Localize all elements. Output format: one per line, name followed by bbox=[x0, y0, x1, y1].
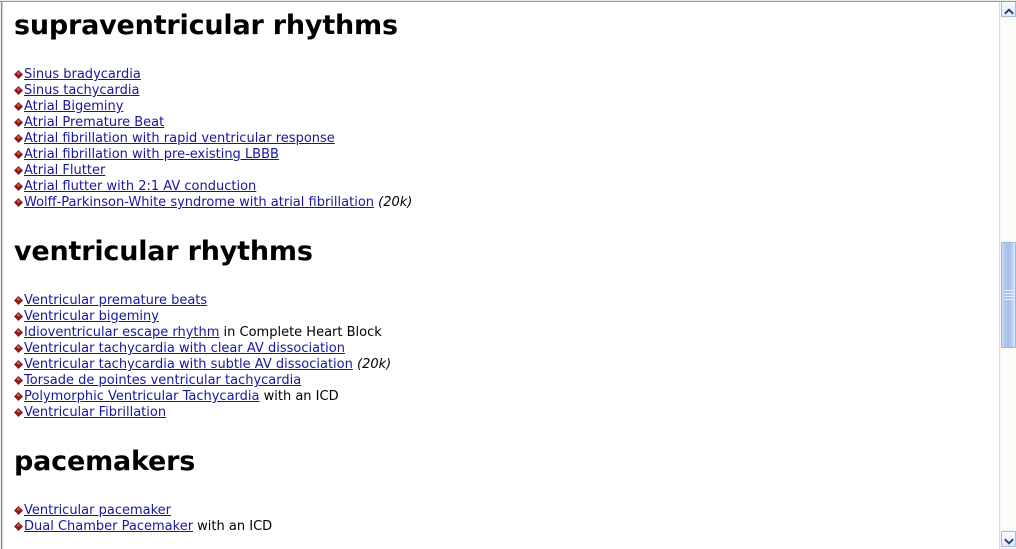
section-heading: ventricular rhythms bbox=[14, 236, 313, 267]
item-suffix: with an ICD bbox=[193, 519, 273, 534]
diamond-bullet-icon bbox=[14, 296, 23, 305]
link-list-supraventricular: Sinus bradycardia Sinus tachycardia Atri… bbox=[14, 67, 989, 211]
section-ventricular: ventricular rhythms Ventricular prematur… bbox=[14, 237, 989, 421]
scrollbar-grip-icon bbox=[1004, 290, 1013, 300]
file-size-note: (20k) bbox=[357, 357, 392, 372]
rhythm-link[interactable]: Atrial fibrillation with rapid ventricul… bbox=[24, 131, 335, 146]
rhythm-link[interactable]: Atrial Premature Beat bbox=[24, 115, 164, 130]
diamond-bullet-icon bbox=[14, 328, 23, 337]
item-suffix: in Complete Heart Block bbox=[219, 325, 382, 340]
rhythm-index-document: supraventricular rhythms Sinus bradycard… bbox=[3, 2, 989, 549]
list-item[interactable]: Atrial flutter with 2:1 AV conduction bbox=[14, 179, 989, 195]
diamond-bullet-icon bbox=[14, 166, 23, 175]
rhythm-link[interactable]: Atrial fibrillation with pre-existing LB… bbox=[24, 147, 279, 162]
list-item[interactable]: Polymorphic Ventricular Tachycardia with… bbox=[14, 389, 989, 405]
list-item[interactable]: Ventricular bigeminy bbox=[14, 309, 989, 325]
section-supraventricular: supraventricular rhythms Sinus bradycard… bbox=[14, 2, 989, 211]
diamond-bullet-icon bbox=[14, 522, 23, 531]
link-list-ventricular: Ventricular premature beats Ventricular … bbox=[14, 293, 989, 421]
page-title: supraventricular rhythms bbox=[14, 10, 398, 41]
list-item[interactable]: Dual Chamber Pacemaker with an ICD bbox=[14, 519, 989, 535]
chevron-up-icon bbox=[1003, 0, 1014, 19]
rhythm-link[interactable]: Atrial Flutter bbox=[24, 163, 105, 178]
rhythm-link[interactable]: Idioventricular escape rhythm bbox=[24, 325, 219, 340]
list-item[interactable]: Idioventricular escape rhythm in Complet… bbox=[14, 325, 989, 341]
list-item[interactable]: Ventricular tachycardia with subtle AV d… bbox=[14, 357, 989, 373]
rhythm-link[interactable]: Ventricular premature beats bbox=[24, 293, 207, 308]
list-item[interactable]: Atrial Bigeminy bbox=[14, 99, 989, 115]
list-item[interactable]: Atrial fibrillation with pre-existing LB… bbox=[14, 147, 989, 163]
file-size-note: (20k) bbox=[378, 195, 413, 210]
document-content-pane: supraventricular rhythms Sinus bradycard… bbox=[3, 2, 989, 549]
rhythm-link[interactable]: Wolff-Parkinson-White syndrome with atri… bbox=[24, 195, 374, 210]
rhythm-link[interactable]: Sinus bradycardia bbox=[24, 67, 141, 82]
link-list-pacemakers: Ventricular pacemaker Dual Chamber Pacem… bbox=[14, 503, 989, 535]
diamond-bullet-icon bbox=[14, 198, 23, 207]
rhythm-link[interactable]: Ventricular tachycardia with clear AV di… bbox=[24, 341, 345, 356]
diamond-bullet-icon bbox=[14, 506, 23, 515]
list-item[interactable]: Ventricular premature beats bbox=[14, 293, 989, 309]
diamond-bullet-icon bbox=[14, 102, 23, 111]
rhythm-link[interactable]: Dual Chamber Pacemaker bbox=[24, 519, 193, 534]
scroll-up-button[interactable] bbox=[1001, 1, 1016, 17]
rhythm-link[interactable]: Ventricular pacemaker bbox=[24, 503, 171, 518]
item-suffix: with an ICD bbox=[259, 389, 339, 404]
list-item[interactable]: Ventricular pacemaker bbox=[14, 503, 989, 519]
rhythm-link[interactable]: Atrial flutter with 2:1 AV conduction bbox=[24, 179, 256, 194]
scroll-down-button[interactable] bbox=[1001, 531, 1016, 547]
diamond-bullet-icon bbox=[14, 344, 23, 353]
list-item[interactable]: Atrial Flutter bbox=[14, 163, 989, 179]
rhythm-link[interactable]: Polymorphic Ventricular Tachycardia bbox=[24, 389, 260, 404]
diamond-bullet-icon bbox=[14, 182, 23, 191]
list-item[interactable]: Ventricular tachycardia with clear AV di… bbox=[14, 341, 989, 357]
list-item[interactable]: Sinus tachycardia bbox=[14, 83, 989, 99]
rhythm-link[interactable]: Atrial Bigeminy bbox=[24, 99, 123, 114]
rhythm-link[interactable]: Torsade de pointes ventricular tachycard… bbox=[24, 373, 301, 388]
vertical-scrollbar[interactable] bbox=[999, 0, 1016, 549]
list-item[interactable]: Atrial Premature Beat bbox=[14, 115, 989, 131]
diamond-bullet-icon bbox=[14, 360, 23, 369]
diamond-bullet-icon bbox=[14, 408, 23, 417]
rhythm-link[interactable]: Ventricular tachycardia with subtle AV d… bbox=[24, 357, 353, 372]
list-item[interactable]: Torsade de pointes ventricular tachycard… bbox=[14, 373, 989, 389]
rhythm-link[interactable]: Ventricular bigeminy bbox=[24, 309, 159, 324]
diamond-bullet-icon bbox=[14, 312, 23, 321]
rhythm-link[interactable]: Sinus tachycardia bbox=[24, 83, 139, 98]
list-item[interactable]: Wolff-Parkinson-White syndrome with atri… bbox=[14, 195, 989, 211]
scrollbar-thumb[interactable] bbox=[1001, 242, 1016, 348]
chevron-down-icon bbox=[1003, 530, 1014, 549]
diamond-bullet-icon bbox=[14, 86, 23, 95]
rhythm-link[interactable]: Ventricular Fibrillation bbox=[24, 405, 166, 420]
list-item[interactable]: Atrial fibrillation with rapid ventricul… bbox=[14, 131, 989, 147]
list-item[interactable]: Ventricular Fibrillation bbox=[14, 405, 989, 421]
section-pacemakers: pacemakers Ventricular pacemaker Dual Ch… bbox=[14, 447, 989, 535]
diamond-bullet-icon bbox=[14, 134, 23, 143]
diamond-bullet-icon bbox=[14, 118, 23, 127]
diamond-bullet-icon bbox=[14, 376, 23, 385]
list-item[interactable]: Sinus bradycardia bbox=[14, 67, 989, 83]
diamond-bullet-icon bbox=[14, 392, 23, 401]
section-heading: pacemakers bbox=[14, 446, 196, 477]
diamond-bullet-icon bbox=[14, 70, 23, 79]
scrollbar-track[interactable] bbox=[1001, 18, 1016, 530]
browser-window: supraventricular rhythms Sinus bradycard… bbox=[0, 0, 1016, 549]
diamond-bullet-icon bbox=[14, 150, 23, 159]
